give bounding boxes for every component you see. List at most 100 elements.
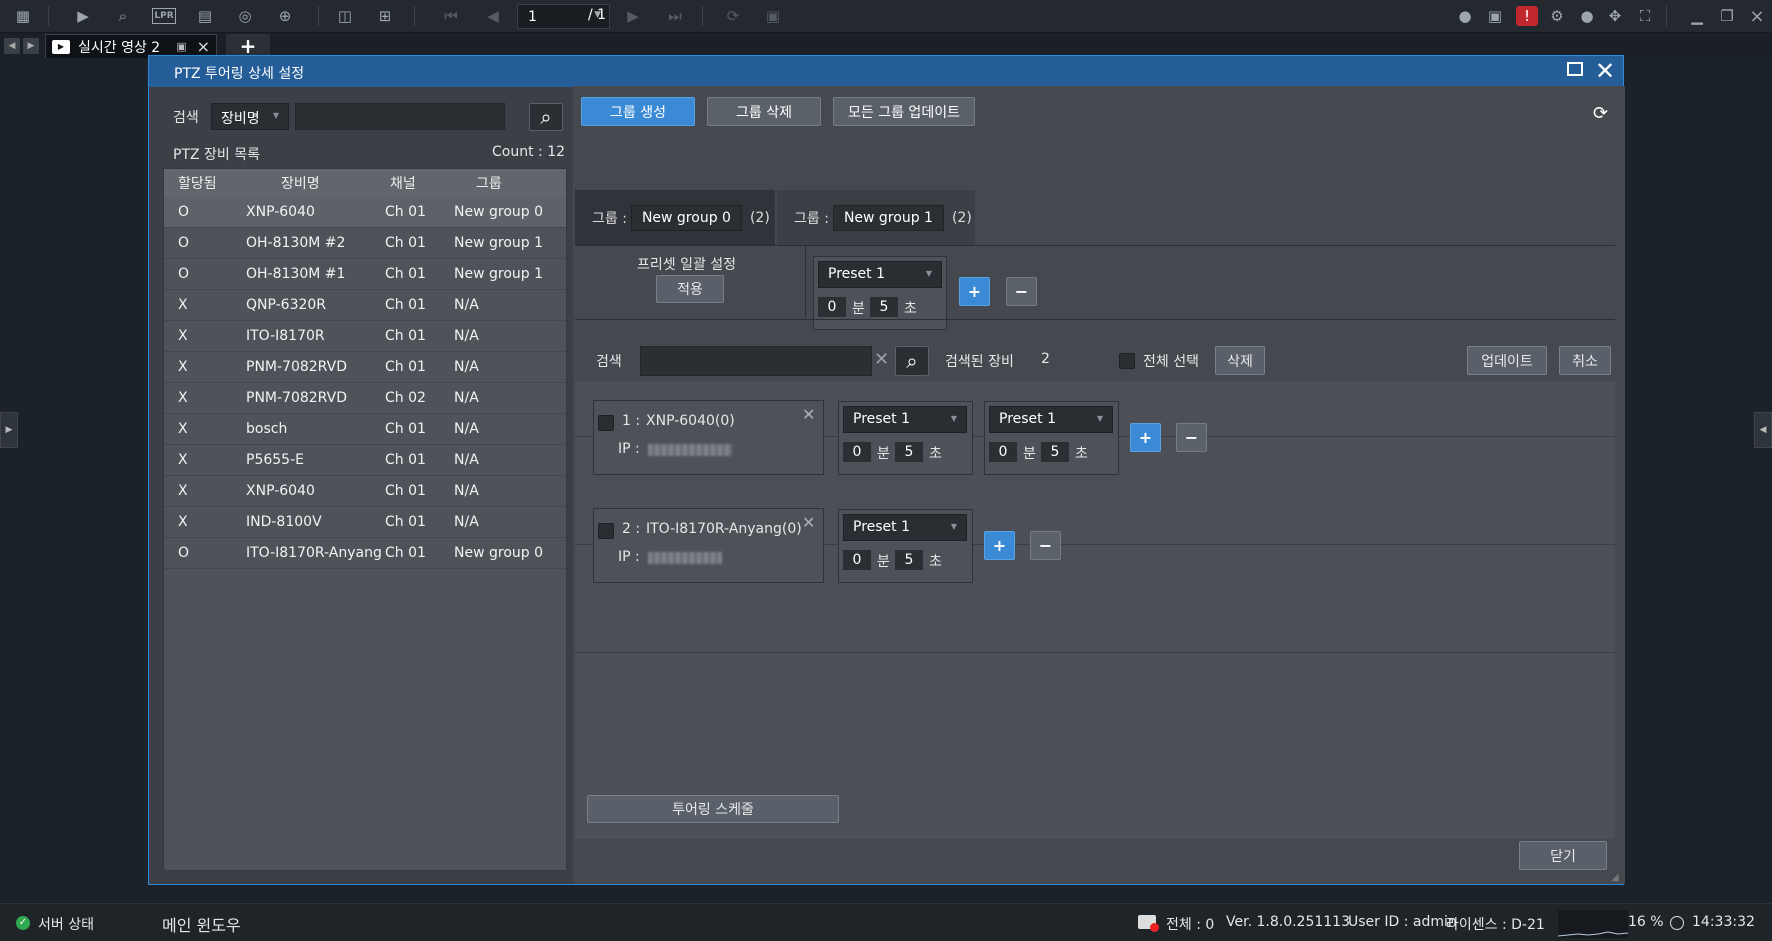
live-video-icon: ▶: [52, 39, 70, 54]
play-icon[interactable]: ▶: [72, 6, 94, 26]
update-all-groups-button[interactable]: 모든 그룹 업데이트: [833, 97, 975, 126]
layout-icon[interactable]: ◫: [334, 6, 356, 26]
group-tab-0[interactable]: 그룹 : New group 0 (2): [575, 190, 775, 245]
close-button[interactable]: 닫기: [1519, 841, 1607, 870]
search-field-select[interactable]: 장비명 ▼: [211, 103, 289, 130]
right-panel-toggle-icon[interactable]: ◀: [1754, 412, 1772, 448]
seconds-input[interactable]: 5: [1041, 442, 1069, 462]
select-all-checkbox[interactable]: [1119, 353, 1135, 369]
first-page-icon[interactable]: ⏮: [440, 6, 462, 26]
device-search-input[interactable]: [640, 346, 872, 376]
monitor-alert-icon[interactable]: ▣: [1484, 6, 1506, 26]
column-channel[interactable]: 채널: [390, 173, 416, 193]
delete-devices-button[interactable]: 삭제: [1215, 346, 1265, 375]
seconds-input[interactable]: 5: [895, 442, 923, 462]
table-row[interactable]: X XNP-6040 Ch 01 N/A: [164, 476, 566, 507]
toolbar-divider: [1666, 6, 1667, 26]
table-row[interactable]: O OH-8130M #1 Ch 01 New group 1: [164, 259, 566, 290]
last-page-icon[interactable]: ⏭: [664, 6, 686, 26]
remove-device-icon[interactable]: ✕: [802, 513, 815, 532]
table-row[interactable]: X QNP-6320R Ch 01 N/A: [164, 290, 566, 321]
tab-pin-icon[interactable]: ▣: [176, 40, 186, 53]
apply-button[interactable]: 적용: [656, 275, 724, 303]
remove-preset-button[interactable]: −: [1176, 423, 1207, 452]
move-icon[interactable]: ✥: [1604, 6, 1626, 26]
group-name-input[interactable]: New group 1: [832, 204, 944, 231]
server-status[interactable]: 서버 상태: [38, 914, 94, 934]
column-group[interactable]: 그룹: [476, 173, 502, 193]
close-dialog-icon[interactable]: ✕: [1595, 56, 1615, 86]
preset-select[interactable]: Preset 1 ▼: [989, 406, 1113, 433]
next-page-icon[interactable]: ▶: [622, 6, 644, 26]
refresh-icon[interactable]: ⟳: [1593, 103, 1608, 124]
preset-select[interactable]: Preset 1 ▼: [843, 406, 967, 433]
fullscreen-icon[interactable]: ⛶: [1634, 6, 1656, 26]
update-button[interactable]: 업데이트: [1467, 346, 1547, 375]
table-row[interactable]: X P5655-E Ch 01 N/A: [164, 445, 566, 476]
close-app-icon[interactable]: ×: [1746, 6, 1768, 27]
maximize-icon[interactable]: [1567, 62, 1583, 76]
face-search-icon[interactable]: ◎: [234, 6, 256, 26]
cell-channel: Ch 01: [385, 359, 426, 375]
refresh-layout-icon[interactable]: ⟳: [722, 6, 744, 26]
tab-scroll-right-icon[interactable]: ▶: [23, 38, 39, 54]
prev-page-icon[interactable]: ◀: [482, 6, 504, 26]
remove-device-icon[interactable]: ✕: [802, 405, 815, 424]
clear-search-icon[interactable]: ✕: [874, 349, 889, 370]
minimize-icon[interactable]: ▁: [1686, 6, 1708, 26]
resize-grip-icon[interactable]: ◢: [1611, 872, 1619, 883]
device-search-button[interactable]: ⌕: [895, 346, 929, 376]
touring-schedule-button[interactable]: 투어링 스케줄: [587, 795, 839, 823]
search-video-icon[interactable]: ⌕: [112, 6, 134, 26]
lpr-icon[interactable]: LPR: [152, 8, 176, 24]
left-search-input[interactable]: [295, 103, 505, 130]
preset-select[interactable]: Preset 1 ▼: [843, 514, 967, 541]
minutes-input[interactable]: 0: [989, 442, 1017, 462]
group-name-input[interactable]: New group 0: [630, 204, 742, 231]
tab-scroll-left-icon[interactable]: ◀: [4, 38, 20, 54]
vehicle-search-icon[interactable]: ⊕: [274, 6, 296, 26]
minutes-input[interactable]: 0: [843, 442, 871, 462]
divider: [805, 246, 806, 318]
column-device-name[interactable]: 장비명: [281, 173, 320, 193]
capture-icon[interactable]: ▣: [762, 6, 784, 26]
chevron-down-icon: ▼: [950, 522, 957, 531]
remove-preset-button[interactable]: −: [1030, 531, 1061, 560]
table-row[interactable]: X ITO-I8170R Ch 01 N/A: [164, 321, 566, 352]
apps-grid-icon[interactable]: ▦: [12, 6, 34, 26]
table-row[interactable]: O ITO-I8170R-Anyang Ch 01 New group 0: [164, 538, 566, 569]
user-icon[interactable]: ●: [1576, 6, 1598, 26]
remove-preset-button[interactable]: −: [1006, 277, 1037, 306]
seconds-input[interactable]: 5: [895, 550, 923, 570]
left-panel-toggle-icon[interactable]: ▶: [0, 412, 18, 448]
create-group-button[interactable]: 그룹 생성: [581, 97, 695, 126]
add-layout-icon[interactable]: ⊞: [374, 6, 396, 26]
tab-close-icon[interactable]: ×: [197, 37, 210, 56]
table-row[interactable]: X PNM-7082RVD Ch 01 N/A: [164, 352, 566, 383]
table-row[interactable]: X PNM-7082RVD Ch 02 N/A: [164, 383, 566, 414]
add-preset-button[interactable]: +: [1130, 423, 1161, 452]
left-search-button[interactable]: ⌕: [529, 103, 563, 131]
cancel-button[interactable]: 취소: [1559, 346, 1611, 375]
chat-icon[interactable]: ●: [1454, 6, 1476, 26]
minutes-input[interactable]: 0: [843, 550, 871, 570]
restore-icon[interactable]: ❐: [1716, 6, 1738, 26]
seconds-input[interactable]: 5: [870, 297, 898, 317]
column-assigned[interactable]: 할당됨: [178, 173, 217, 193]
add-preset-button[interactable]: +: [959, 277, 990, 306]
add-preset-button[interactable]: +: [984, 531, 1015, 560]
group-tab-1[interactable]: 그룹 : New group 1 (2): [777, 190, 975, 245]
alarm-icon[interactable]: !: [1516, 6, 1538, 26]
table-row[interactable]: X IND-8100V Ch 01 N/A: [164, 507, 566, 538]
table-row[interactable]: O OH-8130M #2 Ch 01 New group 1: [164, 228, 566, 259]
device-checkbox[interactable]: [598, 415, 614, 431]
gear-icon[interactable]: ⚙: [1546, 6, 1568, 26]
event-search-icon[interactable]: ▤: [194, 6, 216, 26]
batch-preset-select[interactable]: Preset 1 ▼: [818, 261, 942, 288]
version: Ver. 1.8.0.251113: [1226, 914, 1350, 930]
table-row[interactable]: O XNP-6040 Ch 01 New group 0: [164, 197, 566, 228]
table-row[interactable]: Xbosch Ch 01 N/A: [164, 414, 566, 445]
device-checkbox[interactable]: [598, 523, 614, 539]
minutes-input[interactable]: 0: [818, 297, 846, 317]
delete-group-button[interactable]: 그룹 삭제: [707, 97, 821, 126]
